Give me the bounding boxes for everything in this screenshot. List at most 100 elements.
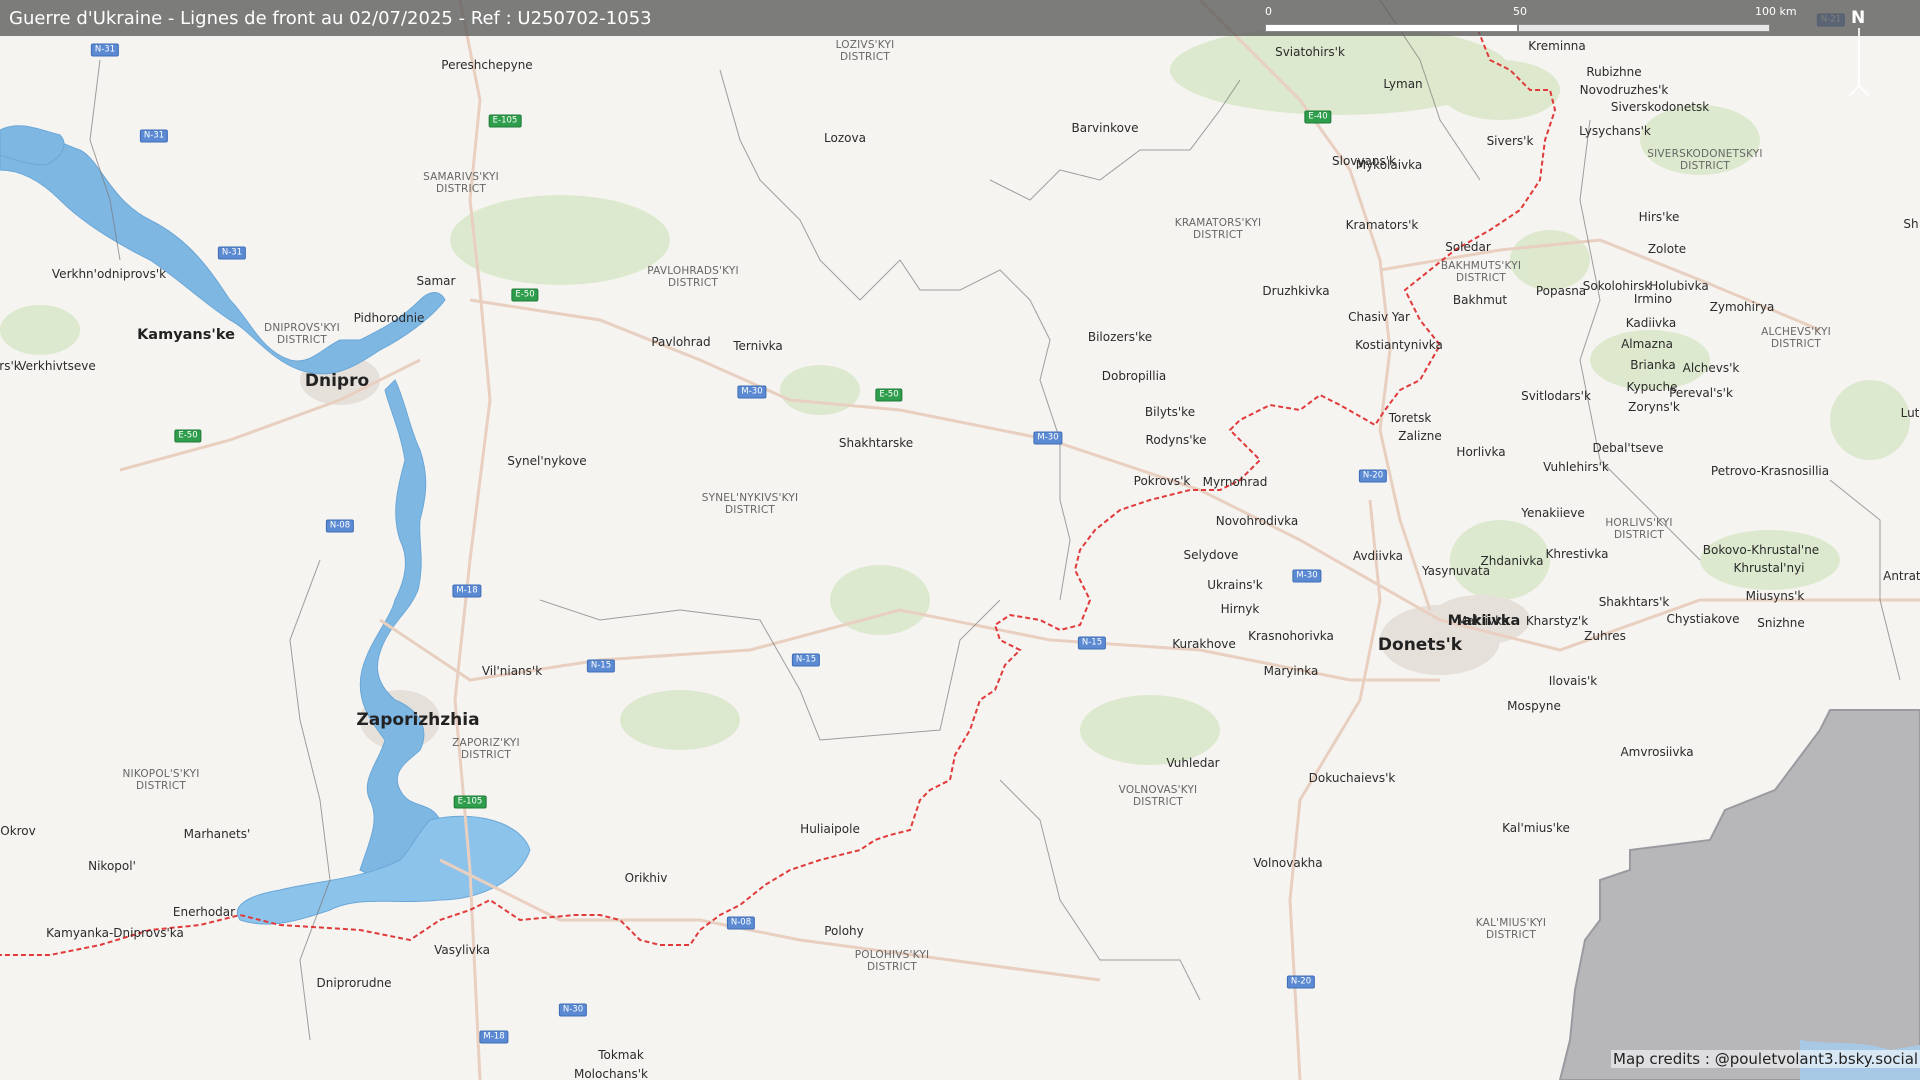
city-label: Hirs'ke <box>1638 210 1680 224</box>
city-label: Kamyanka-Dniprovs'ka <box>46 926 184 940</box>
city-label: Alchevs'k <box>1682 361 1740 375</box>
city-label: Vuhlehirs'k <box>1543 460 1609 474</box>
city-label: Kal'mius'ke <box>1502 821 1570 835</box>
city-label: Vil'nians'k <box>481 664 543 678</box>
city-label: Zalizne <box>1398 429 1442 443</box>
scale-label-50: 50 <box>1513 5 1527 18</box>
city-label: Lyman <box>1383 77 1423 91</box>
city-label: Zoryns'k <box>1628 400 1680 414</box>
north-label: N <box>1851 8 1866 28</box>
city-label: Huliaipole <box>800 822 860 836</box>
city-label: Lysychans'k <box>1579 124 1651 138</box>
city-label: Siverskodonetsk <box>1610 100 1710 114</box>
north-arrow: N <box>1845 8 1873 96</box>
road-shield: N-30 <box>558 1003 588 1017</box>
map-view[interactable]: Pereshchepyne Lozova Barvinkove Sviatohirs'… <box>0 0 1920 1080</box>
city-label: Krasnohorivka <box>1248 629 1334 643</box>
city-label-large: Makiivka <box>1447 613 1521 629</box>
city-label: Myrnohrad <box>1202 475 1268 489</box>
scale-label-100: 100 km <box>1755 5 1797 18</box>
city-label: Okrov <box>0 824 36 838</box>
city-label: Nikopol' <box>88 859 136 873</box>
city-label: Kreminna <box>1528 39 1586 53</box>
district-label: POLOHIVS'KYI DISTRICT <box>854 949 930 973</box>
city-label: Maryinka <box>1263 664 1319 678</box>
city-label: Holubivka <box>1649 279 1709 293</box>
city-label: Dokuchaievs'k <box>1308 771 1396 785</box>
road-shield: E-105 <box>488 114 522 128</box>
road-shield: N-20 <box>1358 469 1388 483</box>
road-shield: N-31 <box>139 129 169 143</box>
city-label: Kadiivka <box>1625 316 1677 330</box>
city-label: Novodruzhes'k <box>1579 83 1669 97</box>
road-shield: E-50 <box>875 388 903 402</box>
district-label: LOZIVS'KYI DISTRICT <box>835 39 895 63</box>
city-label: Hirnyk <box>1220 602 1260 616</box>
district-label: SYNEL'NYKIVS'KYI DISTRICT <box>701 492 799 516</box>
road-shield: E-50 <box>174 429 202 443</box>
scale-segment-1 <box>1265 24 1518 32</box>
road-shield: N-08 <box>726 916 756 930</box>
city-label: Pokrovs'k <box>1133 474 1191 488</box>
city-label: Selydove <box>1183 548 1239 562</box>
road-shield: M-18 <box>479 1030 509 1044</box>
district-label: SAMARIVS'KYI DISTRICT <box>423 171 499 195</box>
city-label: Kurakhove <box>1172 637 1236 651</box>
city-label: Enerhodar <box>172 905 236 919</box>
city-label: rs'k <box>0 359 21 373</box>
district-label: DNIPROVS'KYI DISTRICT <box>264 322 340 346</box>
road-shield: M-30 <box>1033 431 1063 445</box>
city-label: Ilovais'k <box>1548 674 1598 688</box>
north-arrow-icon <box>1848 28 1870 96</box>
city-label: Khrestivka <box>1545 547 1609 561</box>
district-label: KRAMATORS'KYI DISTRICT <box>1174 217 1262 241</box>
city-label: Yenakiieve <box>1521 506 1585 520</box>
city-label: Novohrodivka <box>1215 514 1299 528</box>
district-label: VOLNOVAS'KYI DISTRICT <box>1118 784 1198 808</box>
road-shield: M-30 <box>737 385 767 399</box>
city-label-large: Kamyans'ke <box>137 327 235 343</box>
city-label: Volnovakha <box>1253 856 1323 870</box>
city-label: Rubizhne <box>1586 65 1642 79</box>
city-label: Antrats <box>1883 569 1920 583</box>
city-label: Miusyns'k <box>1745 589 1805 603</box>
city-label: Pavlohrad <box>651 335 711 349</box>
major-city-label: Dnipro <box>304 371 370 391</box>
city-label: Pereshchepyne <box>441 58 533 72</box>
city-label: Shakhtars'k <box>1598 595 1670 609</box>
city-label: Sh <box>1903 217 1919 231</box>
city-label: Molochans'k <box>573 1067 649 1080</box>
city-label: Lozova <box>824 131 866 145</box>
road-shield: E-50 <box>511 288 539 302</box>
road-shield: N-31 <box>217 246 247 260</box>
road-shield: N-15 <box>791 653 821 667</box>
city-label: Toretsk <box>1388 411 1432 425</box>
district-label: HORLIVS'KYI DISTRICT <box>1605 517 1673 541</box>
city-label: Amvrosiivka <box>1620 745 1694 759</box>
road-shield: E-105 <box>453 795 487 809</box>
city-label: Brianka <box>1630 358 1676 372</box>
city-label: Slovyans'k <box>1332 154 1396 168</box>
city-label: Snizhne <box>1757 616 1805 630</box>
city-label: Popasna <box>1535 284 1587 298</box>
city-label: Pidhorodnie <box>353 311 425 325</box>
district-label: ALCHEVS'KYI DISTRICT <box>1761 326 1831 350</box>
scale-bar: 0 50 100 km <box>1265 5 1797 33</box>
road-shield: N-15 <box>586 659 616 673</box>
city-label: Verkhivtseve <box>18 359 96 373</box>
city-label: Almazna <box>1621 337 1673 351</box>
city-label: Bilyts'ke <box>1144 405 1196 419</box>
city-label: Sivers'k <box>1486 134 1534 148</box>
map-credits: Map credits : @pouletvolant3.bsky.social <box>1611 1050 1920 1068</box>
district-label: PAVLOHRADS'KYI DISTRICT <box>647 265 739 289</box>
city-label: Soledar <box>1445 240 1491 254</box>
road-shield: N-15 <box>1077 636 1107 650</box>
city-label: Vasylivka <box>434 943 490 957</box>
scale-segment-2 <box>1518 24 1770 32</box>
city-label: Synel'nykove <box>507 454 587 468</box>
road-shield: M-30 <box>1292 569 1322 583</box>
district-label: NIKOPOL'S'KYI DISTRICT <box>122 768 200 792</box>
city-label: Pereval's'k <box>1669 386 1733 400</box>
city-label: Ternivka <box>733 339 783 353</box>
city-label: Sviatohirs'k <box>1275 45 1345 59</box>
